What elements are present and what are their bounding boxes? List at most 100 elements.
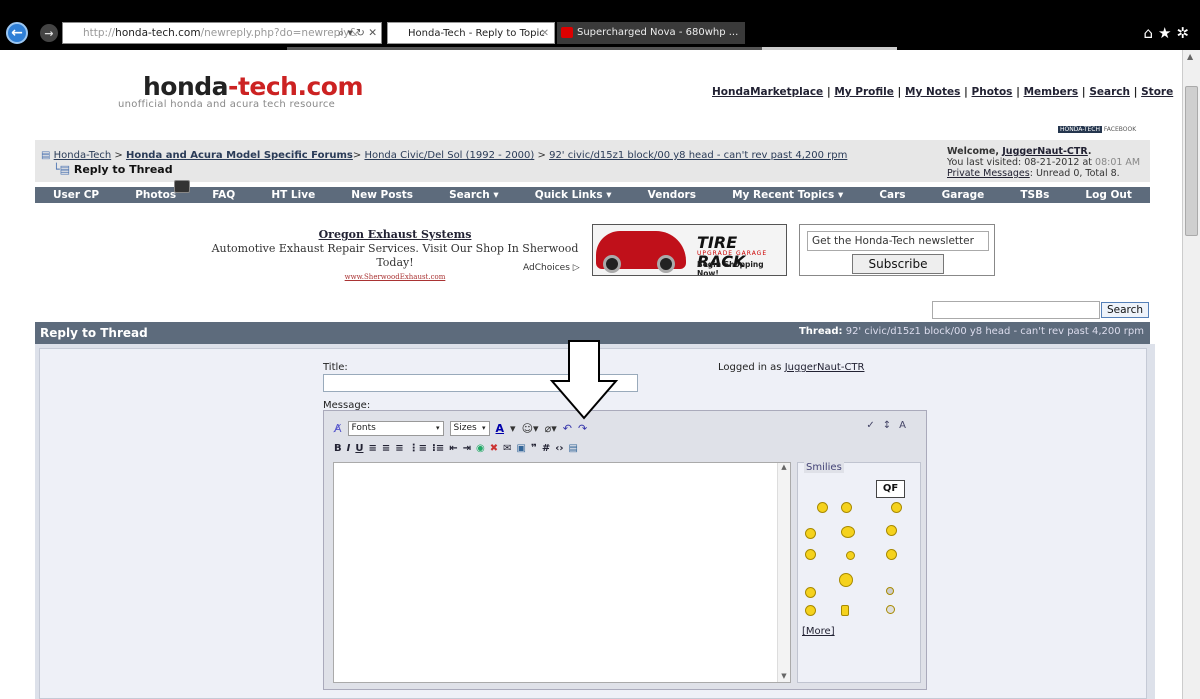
smilie[interactable] xyxy=(805,528,816,539)
crumb-home[interactable]: Honda-Tech xyxy=(54,150,112,161)
font-select[interactable]: Fonts ▾ xyxy=(347,420,444,436)
resize-icon[interactable]: ↕ xyxy=(883,420,899,431)
underline-icon[interactable]: U xyxy=(355,443,363,454)
link-marketplace[interactable]: HondaMarketplace xyxy=(712,86,823,98)
php-icon[interactable]: ▤ xyxy=(569,443,578,454)
undo-icon[interactable]: ↶ xyxy=(563,422,572,435)
link-store[interactable]: Store xyxy=(1141,86,1173,98)
nav-faq[interactable]: FAQ xyxy=(212,189,235,201)
textarea-scrollbar[interactable]: ▲ ▼ xyxy=(777,463,790,682)
back-button[interactable]: ← xyxy=(6,22,28,44)
address-controls[interactable]: ⌕ ▾ ↻ ✕ xyxy=(338,23,377,43)
remove-format-icon[interactable]: A̸ xyxy=(334,422,342,435)
indent-icon[interactable]: ⇥ xyxy=(463,443,471,454)
align-left-icon[interactable]: ≡ xyxy=(368,443,376,454)
smilie[interactable] xyxy=(805,549,816,560)
scrollbar-thumb[interactable] xyxy=(1185,86,1198,236)
smilie[interactable] xyxy=(891,502,902,513)
link-my-profile[interactable]: My Profile xyxy=(834,86,894,98)
smilie[interactable] xyxy=(886,587,894,595)
tirerack-banner-ad[interactable]: TIRE RACK UPGRADE GARAGE Begin Shopping … xyxy=(592,224,787,276)
welcome-user-link[interactable]: JuggerNaut-CTR xyxy=(1002,146,1088,157)
link-members[interactable]: Members xyxy=(1024,86,1079,98)
nav-photos[interactable]: Photos xyxy=(135,189,176,201)
gear-icon[interactable]: ✲ xyxy=(1176,24,1194,42)
smilie[interactable] xyxy=(841,605,849,616)
nav-ht-live[interactable]: HT Live xyxy=(271,189,315,201)
hash-icon[interactable]: # xyxy=(542,443,550,454)
smilie[interactable] xyxy=(805,605,816,616)
site-search-input[interactable] xyxy=(932,301,1100,319)
nav-log-out[interactable]: Log Out xyxy=(1085,189,1132,201)
nav-vendors[interactable]: Vendors xyxy=(648,189,696,201)
align-center-icon[interactable]: ≡ xyxy=(382,443,390,454)
nav-recent-topics[interactable]: My Recent Topics ▾ xyxy=(732,189,843,201)
link-my-notes[interactable]: My Notes xyxy=(905,86,960,98)
link-search[interactable]: Search xyxy=(1089,86,1130,98)
qf-sign-smilie[interactable]: QF xyxy=(876,480,905,498)
social-badge[interactable]: HONDA-TECH FACEBOOK xyxy=(1058,126,1136,133)
address-bar[interactable]: http://honda-tech.com/newreply.php?do=ne… xyxy=(62,22,382,44)
subscribe-button[interactable]: Subscribe xyxy=(852,254,944,274)
italic-icon[interactable]: I xyxy=(347,443,351,454)
text-ad[interactable]: Oregon Exhaust Systems Automotive Exhaus… xyxy=(200,228,590,284)
smilie[interactable] xyxy=(846,551,855,560)
crumb-subforum[interactable]: Honda Civic/Del Sol (1992 - 2000) xyxy=(364,150,534,161)
site-search-button[interactable]: Search xyxy=(1101,302,1149,318)
private-messages-link[interactable]: Private Messages xyxy=(947,168,1030,179)
smiley-menu-icon[interactable]: ☺▾ xyxy=(522,422,539,435)
smilie[interactable] xyxy=(805,587,816,598)
smilie[interactable] xyxy=(841,502,852,513)
message-textarea[interactable]: ▲ ▼ xyxy=(333,462,791,683)
smilie[interactable] xyxy=(886,549,897,560)
main-navbar: User CP Photos FAQ HT Live New Posts Sea… xyxy=(35,187,1150,203)
newsletter-email-field[interactable]: Get the Honda-Tech newsletter xyxy=(807,231,989,251)
scroll-up-icon[interactable]: ▲ xyxy=(1187,52,1193,61)
align-right-icon[interactable]: ≡ xyxy=(395,443,403,454)
attachment-icon[interactable]: ⌀▾ xyxy=(545,422,557,435)
image-icon[interactable]: ▣ xyxy=(517,443,526,454)
redo-icon[interactable]: ↷ xyxy=(578,422,587,435)
home-icon[interactable]: ⌂ xyxy=(1143,24,1158,42)
nav-user-cp[interactable]: User CP xyxy=(53,189,99,201)
email-icon[interactable]: ✉ xyxy=(503,443,511,454)
size-select[interactable]: Sizes ▾ xyxy=(449,420,490,436)
nav-new-posts[interactable]: New Posts xyxy=(351,189,413,201)
outdent-icon[interactable]: ⇤ xyxy=(449,443,457,454)
smilie[interactable] xyxy=(886,605,895,614)
smilie[interactable] xyxy=(839,573,853,587)
close-icon[interactable]: ✕ xyxy=(541,23,549,43)
nav-tsbs[interactable]: TSBs xyxy=(1020,189,1049,201)
site-logo[interactable]: honda-tech.com xyxy=(143,72,364,101)
smilie[interactable] xyxy=(886,525,897,536)
crumb-forum[interactable]: Honda and Acura Model Specific Forums xyxy=(126,150,353,161)
adchoices-link[interactable]: AdChoices ▷ xyxy=(523,263,580,273)
chevron-down-icon[interactable]: ▾ xyxy=(510,422,516,435)
unlink-icon[interactable]: ✖ xyxy=(490,443,498,454)
spellcheck-icon[interactable]: ✓ xyxy=(866,420,882,431)
smilie[interactable] xyxy=(817,502,828,513)
forward-button[interactable]: → xyxy=(40,24,58,42)
quote-icon[interactable]: ❞ xyxy=(531,443,537,454)
switch-mode-icon[interactable]: A xyxy=(899,420,914,431)
favorites-star-icon[interactable]: ★ xyxy=(1158,24,1176,42)
bold-icon[interactable]: B xyxy=(334,443,342,454)
tab-youtube[interactable]: Supercharged Nova - 680whp ... xyxy=(557,22,745,44)
nav-cars[interactable]: Cars xyxy=(879,189,905,201)
link-photos[interactable]: Photos xyxy=(972,86,1013,98)
tab-honda-tech[interactable]: Honda-Tech - Reply to Topic ✕ xyxy=(387,22,555,44)
text-color-icon[interactable]: A xyxy=(496,422,505,435)
code-icon[interactable]: ‹› xyxy=(555,443,563,454)
logged-in-user-link[interactable]: JuggerNaut-CTR xyxy=(785,362,865,373)
link-icon[interactable]: ◉ xyxy=(476,443,485,454)
nav-search[interactable]: Search ▾ xyxy=(449,189,499,201)
nav-quick-links[interactable]: Quick Links ▾ xyxy=(535,189,612,201)
crumb-thread[interactable]: 92' civic/d15z1 block/00 y8 head - can't… xyxy=(549,150,847,161)
ad-title[interactable]: Oregon Exhaust Systems xyxy=(200,228,590,242)
smilie[interactable] xyxy=(841,526,855,538)
ordered-list-icon[interactable]: ⋮≡ xyxy=(409,443,427,454)
nav-garage[interactable]: Garage xyxy=(942,189,985,201)
unordered-list-icon[interactable]: ⁝≡ xyxy=(432,443,444,454)
smilies-more-link[interactable]: [More] xyxy=(802,626,835,637)
page-scrollbar[interactable]: ▲ xyxy=(1182,50,1200,699)
